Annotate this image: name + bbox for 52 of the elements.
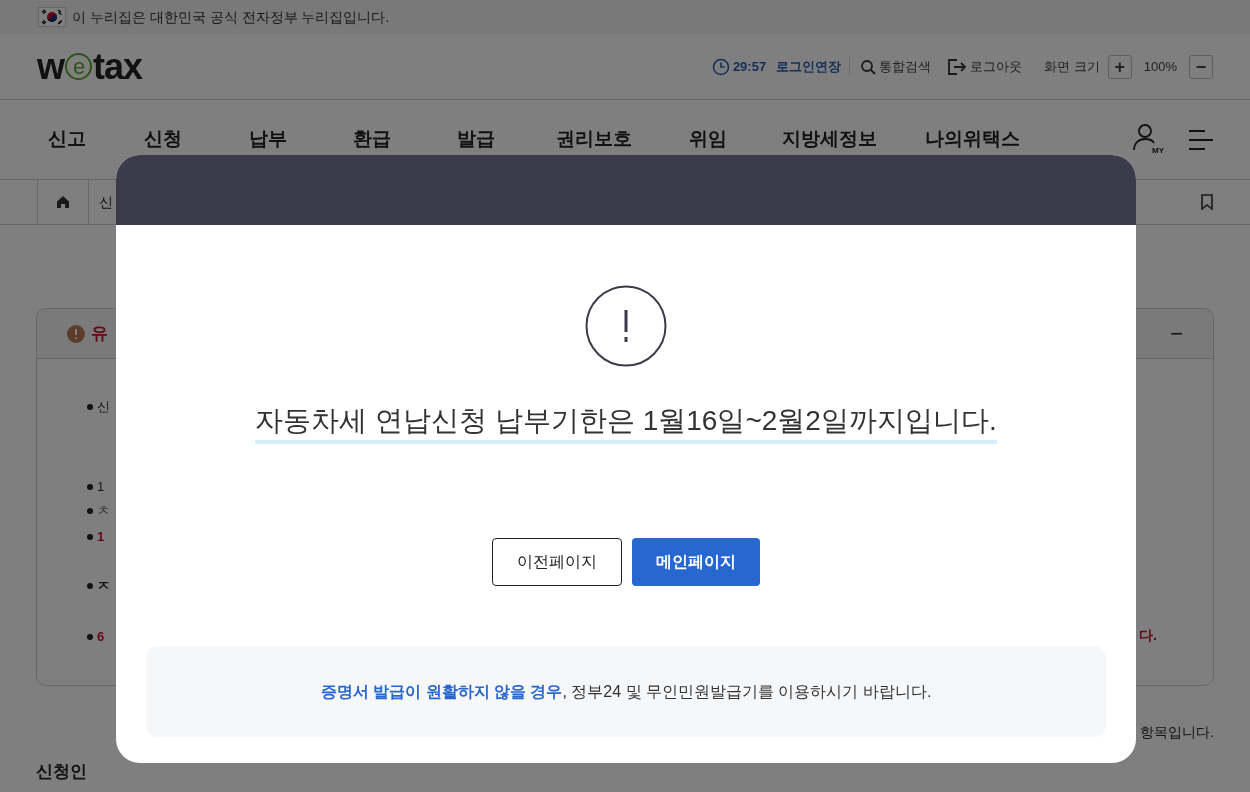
main-page-button[interactable]: 메인페이지 bbox=[632, 538, 760, 586]
notice-title: 유 bbox=[91, 322, 108, 345]
flag-icon bbox=[38, 7, 66, 27]
previous-page-button[interactable]: 이전페이지 bbox=[492, 538, 622, 586]
extend-login-link[interactable]: 로그인연장 bbox=[776, 56, 851, 77]
bullet-icon bbox=[87, 507, 93, 514]
bookmark-icon[interactable] bbox=[1200, 194, 1214, 210]
menu-icon[interactable] bbox=[1188, 128, 1214, 151]
nav-tab[interactable]: 나의위택스 bbox=[902, 125, 1042, 154]
notice-text: 신 bbox=[97, 398, 110, 416]
notice-text: 6 bbox=[97, 628, 105, 646]
notice-text: ㅈ bbox=[97, 577, 110, 595]
bullet-icon bbox=[87, 403, 93, 410]
nav-tab[interactable]: 발급 bbox=[424, 125, 528, 154]
my-page-button[interactable]: MY bbox=[1132, 122, 1164, 157]
nav-tab[interactable]: 지방세정보 bbox=[756, 125, 902, 154]
search-icon bbox=[860, 58, 877, 75]
notice-text: 1 bbox=[97, 528, 105, 546]
logout-icon bbox=[947, 57, 968, 76]
warning-icon bbox=[67, 324, 85, 343]
nav-tab[interactable]: 권리보호 bbox=[528, 125, 660, 154]
dialog-message: 자동차세 연납신청 납부기한은 1월16일~2월2일까지입니다. bbox=[255, 402, 997, 444]
bullet-icon bbox=[87, 483, 93, 490]
nav-tab[interactable]: 납부 bbox=[216, 125, 320, 154]
home-button[interactable] bbox=[37, 180, 89, 224]
nav-tab[interactable]: 신고 bbox=[24, 125, 110, 154]
banner-text: 이 누리집은 대한민국 공식 전자정부 누리집입니다. bbox=[72, 7, 390, 27]
zoom-in-button[interactable]: + bbox=[1107, 54, 1132, 79]
zoom-value: 100% bbox=[1143, 57, 1177, 76]
collapse-button[interactable]: − bbox=[1170, 322, 1183, 345]
logout-link[interactable]: 로그아웃 bbox=[947, 56, 1023, 77]
bullet-icon bbox=[87, 533, 93, 540]
notice-text: 다. bbox=[1139, 626, 1157, 645]
search-link[interactable]: 통합검색 bbox=[860, 56, 932, 77]
section-title: 신청인 bbox=[36, 762, 87, 781]
notice-text: ㅊ bbox=[97, 502, 110, 520]
notice-text: 1 bbox=[97, 478, 105, 496]
zoom-label: 화면 크기 bbox=[1044, 57, 1100, 76]
info-text: 증명서 발급이 원활하지 않을 경우, 정부24 및 무인민원발급기를 이용하시기 바랍니다. bbox=[320, 681, 932, 702]
nav-tab[interactable]: 위임 bbox=[660, 125, 756, 154]
home-icon bbox=[56, 195, 70, 209]
required-note: 항목입니다. bbox=[1140, 723, 1214, 742]
nav-tab[interactable]: 환급 bbox=[320, 125, 424, 154]
zoom-out-button[interactable]: − bbox=[1189, 54, 1213, 79]
alert-icon bbox=[585, 285, 667, 367]
clock-icon bbox=[711, 57, 730, 76]
breadcrumb-item: 신 bbox=[99, 192, 113, 212]
session-timer: 29:57 bbox=[732, 57, 767, 76]
bullet-icon bbox=[87, 582, 93, 589]
wetax-logo[interactable]: w e tax bbox=[37, 48, 143, 85]
bullet-icon bbox=[87, 633, 93, 640]
nav-tab[interactable]: 신청 bbox=[110, 125, 216, 154]
